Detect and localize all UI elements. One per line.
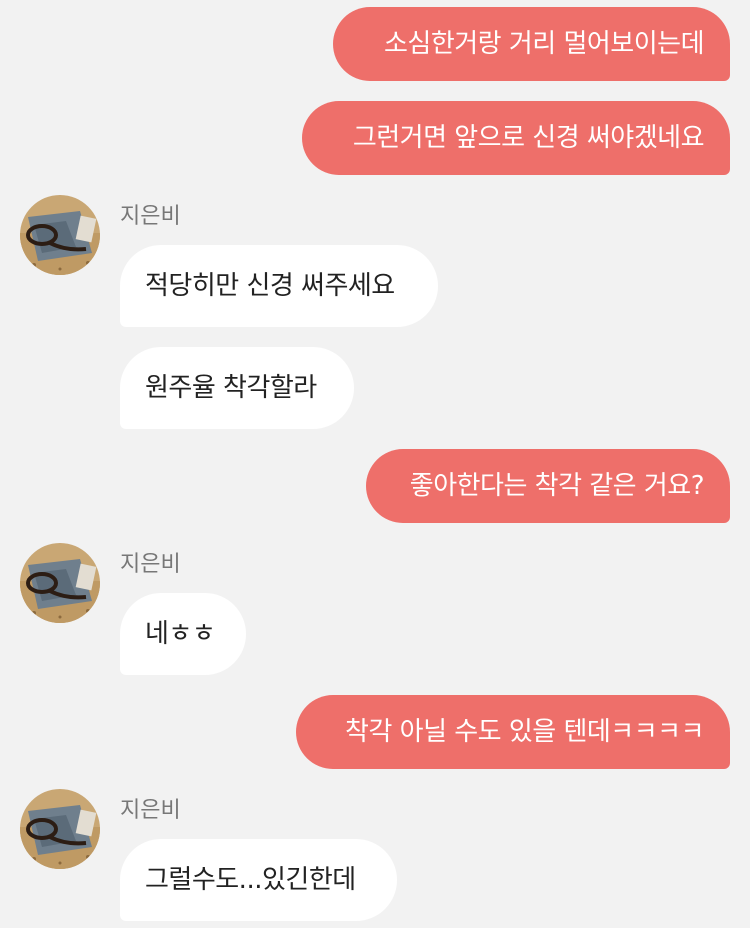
message-text: 그럴수도...있긴한데 <box>145 865 356 895</box>
received-message-bubble[interactable]: 그럴수도...있긴한데 <box>120 839 397 921</box>
sender-avatar[interactable] <box>20 789 100 869</box>
sent-message-bubble[interactable]: 좋아한다는 착각 같은 거요? <box>366 449 730 523</box>
received-message-bubble[interactable]: 적당히만 신경 써주세요 <box>120 245 438 327</box>
sender-name: 지은비 <box>120 552 181 577</box>
message-text: 원주율 착각할라 <box>145 373 317 403</box>
message-text: 소심한거랑 거리 멀어보이는데 <box>384 29 705 59</box>
sender-avatar[interactable] <box>20 195 100 275</box>
message-text: 그런거면 앞으로 신경 써야겠네요 <box>352 123 705 153</box>
received-message-bubble[interactable]: 원주율 착각할라 <box>120 347 354 429</box>
avatar-photo <box>20 789 100 869</box>
avatar-photo <box>20 195 100 275</box>
avatar-photo <box>20 543 100 623</box>
received-message-bubble[interactable]: 네ㅎㅎ <box>120 593 246 675</box>
sent-message-bubble[interactable]: 착각 아닐 수도 있을 텐데ㅋㅋㅋㅋ <box>296 695 730 769</box>
sent-message-bubble[interactable]: 그런거면 앞으로 신경 써야겠네요 <box>302 101 730 175</box>
sender-name: 지은비 <box>120 798 181 823</box>
sender-avatar[interactable] <box>20 543 100 623</box>
message-text: 좋아한다는 착각 같은 거요? <box>409 471 705 501</box>
message-text: 적당히만 신경 써주세요 <box>145 271 395 301</box>
sent-message-bubble[interactable]: 소심한거랑 거리 멀어보이는데 <box>333 7 730 81</box>
message-text: 네ㅎㅎ <box>145 619 216 649</box>
message-text: 착각 아닐 수도 있을 텐데ㅋㅋㅋㅋ <box>345 717 704 747</box>
sender-name: 지은비 <box>120 204 181 229</box>
